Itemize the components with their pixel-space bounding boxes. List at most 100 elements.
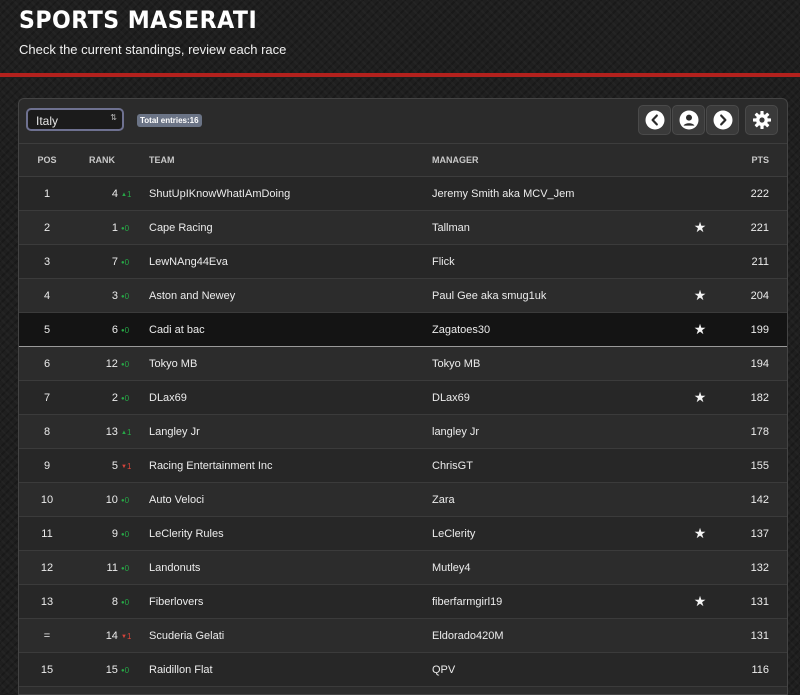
team-cell[interactable]: Corsa lenta xyxy=(131,687,431,695)
team-cell[interactable]: Racing Entertainment Inc xyxy=(131,449,431,483)
pts-cell: 131 xyxy=(715,585,787,619)
pos-cell: 10 xyxy=(19,483,75,517)
manager-cell: LeClerity xyxy=(431,517,685,551)
rank-value: 8 xyxy=(112,596,118,608)
team-cell[interactable]: Raidillon Flat xyxy=(131,653,431,687)
manager-cell: Zara xyxy=(431,483,685,517)
rank-cell: 7 ●0 xyxy=(75,245,131,279)
header-star xyxy=(685,144,715,177)
pos-cell: 7 xyxy=(19,381,75,415)
team-cell[interactable]: Langley Jr xyxy=(131,415,431,449)
star-cell xyxy=(685,619,715,653)
next-button[interactable] xyxy=(706,105,739,135)
rank-value: 5 xyxy=(112,460,118,472)
rank-cell: 5 ▼1 xyxy=(75,449,131,483)
table-row[interactable]: 1616 ●0Corsa lentaJames3200GTA98 xyxy=(19,687,787,695)
table-row-current-user[interactable]: 56 ●0Cadi at bacZagatoes30★199 xyxy=(19,313,787,347)
pos-cell: 12 xyxy=(19,551,75,585)
team-cell[interactable]: Scuderia Gelati xyxy=(131,619,431,653)
user-icon xyxy=(679,110,699,130)
rank-change: ●0 xyxy=(121,564,131,573)
star-cell: ★ xyxy=(685,313,715,347)
table-row[interactable]: 138 ●0Fiberloversfiberfarmgirl19★131 xyxy=(19,585,787,619)
manager-cell: Paul Gee aka smug1uk xyxy=(431,279,685,313)
rank-change: ●0 xyxy=(121,666,131,675)
rank-change-value: 0 xyxy=(125,394,129,403)
rank-cell: 14 ▼1 xyxy=(75,619,131,653)
pos-cell: 8 xyxy=(19,415,75,449)
rank-change: ●0 xyxy=(121,496,131,505)
header-manager[interactable]: MANAGER xyxy=(431,144,685,177)
rank-change-value: 0 xyxy=(125,258,129,267)
header-team[interactable]: TEAM xyxy=(131,144,431,177)
pts-cell: 211 xyxy=(715,245,787,279)
team-cell[interactable]: LewNAng44Eva xyxy=(131,245,431,279)
rank-value: 14 xyxy=(106,630,118,642)
rank-change: ●0 xyxy=(121,326,131,335)
rank-cell: 11 ●0 xyxy=(75,551,131,585)
star-cell xyxy=(685,551,715,585)
table-row[interactable]: 1211 ●0LandonutsMutley4132 xyxy=(19,551,787,585)
team-cell[interactable]: Fiberlovers xyxy=(131,585,431,619)
rank-change: ●0 xyxy=(121,598,131,607)
pts-cell: 204 xyxy=(715,279,787,313)
settings-button[interactable] xyxy=(745,105,778,135)
rank-cell: 16 ●0 xyxy=(75,687,131,695)
pts-cell: 142 xyxy=(715,483,787,517)
manager-cell: Flick xyxy=(431,245,685,279)
table-row[interactable]: =14 ▼1Scuderia GelatiEldorado420M131 xyxy=(19,619,787,653)
team-cell[interactable]: Landonuts xyxy=(131,551,431,585)
toolbar-icon-buttons xyxy=(637,105,778,135)
star-cell: ★ xyxy=(685,279,715,313)
star-icon: ★ xyxy=(694,389,707,405)
rank-value: 12 xyxy=(106,358,118,370)
team-cell[interactable]: Auto Veloci xyxy=(131,483,431,517)
team-cell[interactable]: Cadi at bac xyxy=(131,313,431,347)
rank-value: 2 xyxy=(112,392,118,404)
rank-change: ●0 xyxy=(121,224,131,233)
table-row[interactable]: 612 ●0Tokyo MBTokyo MB194 xyxy=(19,347,787,381)
star-cell: ★ xyxy=(685,585,715,619)
team-cell[interactable]: DLax69 xyxy=(131,381,431,415)
table-row[interactable]: 43 ●0Aston and NeweyPaul Gee aka smug1uk… xyxy=(19,279,787,313)
rank-change-value: 0 xyxy=(125,496,129,505)
rank-change: ●0 xyxy=(121,292,131,301)
table-row[interactable]: 1010 ●0Auto VelociZara142 xyxy=(19,483,787,517)
star-cell xyxy=(685,653,715,687)
manager-cell: DLax69 xyxy=(431,381,685,415)
rank-cell: 15 ●0 xyxy=(75,653,131,687)
pts-cell: 222 xyxy=(715,177,787,211)
rank-value: 13 xyxy=(106,426,118,438)
star-icon: ★ xyxy=(694,219,707,235)
header-rank[interactable]: RANK xyxy=(75,144,131,177)
rank-change-value: 1 xyxy=(127,632,131,641)
header-pos[interactable]: POS xyxy=(19,144,75,177)
pts-cell: 98 xyxy=(715,687,787,695)
standings-rows: 14 ▲1ShutUpIKnowWhatIAmDoingJeremy Smith… xyxy=(19,177,787,695)
prev-button[interactable] xyxy=(638,105,671,135)
team-cell[interactable]: ShutUpIKnowWhatIAmDoing xyxy=(131,177,431,211)
rank-change-value: 0 xyxy=(125,564,129,573)
header-pts[interactable]: PTS xyxy=(715,144,787,177)
table-row[interactable]: 1515 ●0Raidillon FlatQPV116 xyxy=(19,653,787,687)
team-cell[interactable]: Aston and Newey xyxy=(131,279,431,313)
region-select[interactable]: Italy ⇅ xyxy=(26,108,124,131)
pos-cell: 4 xyxy=(19,279,75,313)
table-row[interactable]: 813 ▲1Langley Jrlangley Jr178 xyxy=(19,415,787,449)
profile-button[interactable] xyxy=(672,105,705,135)
team-cell[interactable]: Tokyo MB xyxy=(131,347,431,381)
table-row[interactable]: 21 ●0Cape RacingTallman★221 xyxy=(19,211,787,245)
manager-cell: Jeremy Smith aka MCV_Jem xyxy=(431,177,685,211)
table-row[interactable]: 95 ▼1Racing Entertainment IncChrisGT155 xyxy=(19,449,787,483)
table-header-row: POS RANK TEAM MANAGER PTS xyxy=(19,144,787,177)
team-cell[interactable]: Cape Racing xyxy=(131,211,431,245)
star-cell: ★ xyxy=(685,381,715,415)
rank-cell: 9 ●0 xyxy=(75,517,131,551)
table-row[interactable]: 119 ●0LeClerity RulesLeClerity★137 xyxy=(19,517,787,551)
rank-value: 11 xyxy=(107,562,118,574)
table-row[interactable]: 72 ●0DLax69DLax69★182 xyxy=(19,381,787,415)
table-row[interactable]: 37 ●0LewNAng44EvaFlick211 xyxy=(19,245,787,279)
manager-cell: James3200GTA xyxy=(431,687,685,695)
team-cell[interactable]: LeClerity Rules xyxy=(131,517,431,551)
table-row[interactable]: 14 ▲1ShutUpIKnowWhatIAmDoingJeremy Smith… xyxy=(19,177,787,211)
